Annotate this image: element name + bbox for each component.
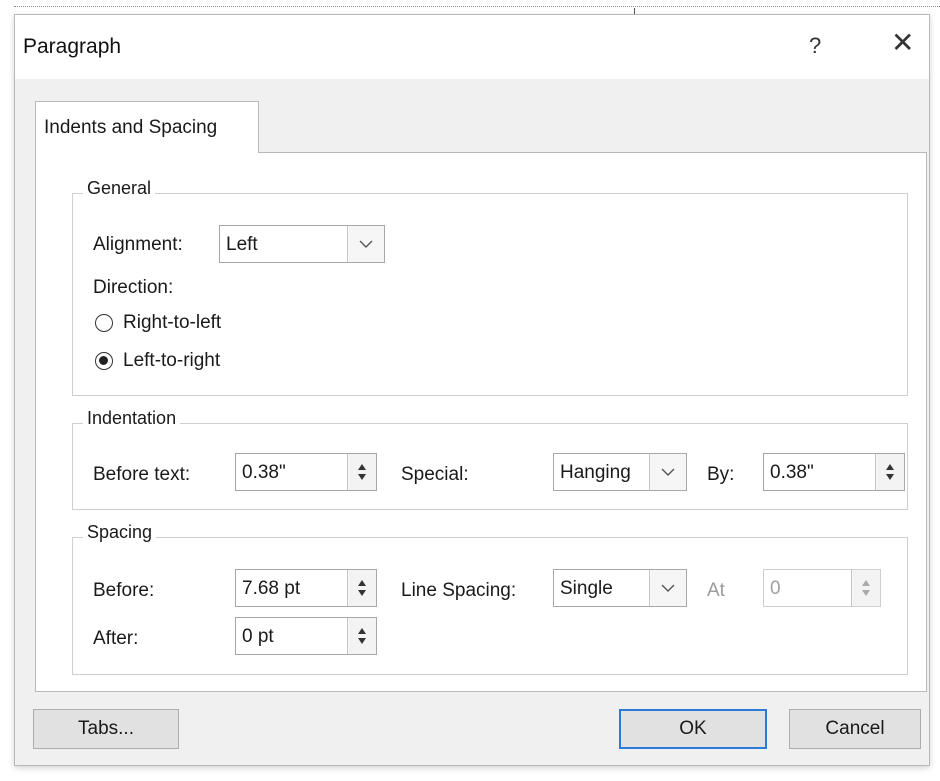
close-button[interactable]: ✕ bbox=[891, 29, 914, 57]
paragraph-dialog: Paragraph ? ✕ Indents and Spacing Genera… bbox=[14, 14, 930, 766]
indentation-group: Indentation Before text: 0.38" Special: … bbox=[72, 408, 908, 510]
right-to-left-label[interactable]: Right-to-left bbox=[123, 312, 221, 334]
dialog-title: Paragraph bbox=[23, 35, 122, 58]
at-spinner: 0 bbox=[763, 569, 881, 607]
before-text-value: 0.38" bbox=[242, 462, 286, 483]
cancel-button[interactable]: Cancel bbox=[789, 709, 921, 749]
title-bar: Paragraph ? ✕ bbox=[15, 15, 929, 79]
dotted-guide bbox=[14, 6, 940, 7]
spinner-arrows-icon[interactable] bbox=[347, 570, 376, 606]
general-group: General Alignment: Left Direction: Right… bbox=[72, 178, 908, 396]
after-value: 0 pt bbox=[242, 626, 274, 647]
by-value: 0.38" bbox=[770, 462, 814, 483]
spinner-arrows-icon[interactable] bbox=[875, 454, 904, 490]
before-spinner[interactable]: 7.68 pt bbox=[235, 569, 377, 607]
chevron-down-icon bbox=[649, 454, 686, 490]
help-button[interactable]: ? bbox=[809, 33, 821, 59]
by-label: By: bbox=[707, 464, 735, 485]
spinner-arrows-icon[interactable] bbox=[347, 618, 376, 654]
before-text-spinner[interactable]: 0.38" bbox=[235, 453, 377, 491]
special-label: Special: bbox=[401, 464, 469, 485]
close-icon: ✕ bbox=[891, 27, 915, 58]
spacing-group: Spacing Before: 7.68 pt Line Spacing: Si… bbox=[72, 522, 908, 675]
tabs-button[interactable]: Tabs... bbox=[33, 709, 179, 749]
alignment-value: Left bbox=[226, 234, 258, 255]
line-spacing-dropdown[interactable]: Single bbox=[553, 569, 687, 607]
spacing-group-title: Spacing bbox=[83, 522, 157, 543]
chevron-down-icon bbox=[347, 226, 384, 262]
indentation-group-title: Indentation bbox=[83, 408, 181, 429]
special-value: Hanging bbox=[560, 462, 631, 483]
at-label: At bbox=[707, 580, 725, 601]
tab-panel: General Alignment: Left Direction: Right… bbox=[35, 152, 927, 692]
ok-button[interactable]: OK bbox=[619, 709, 767, 749]
tab-label: Indents and Spacing bbox=[44, 117, 218, 138]
radio-right-to-left[interactable] bbox=[95, 314, 113, 332]
line-spacing-label: Line Spacing: bbox=[401, 580, 517, 601]
by-spinner[interactable]: 0.38" bbox=[763, 453, 905, 491]
tab-indents-and-spacing[interactable]: Indents and Spacing bbox=[35, 101, 259, 153]
before-value: 7.68 pt bbox=[242, 578, 301, 599]
before-text-label: Before text: bbox=[93, 464, 191, 485]
general-group-title: General bbox=[83, 178, 156, 199]
line-spacing-value: Single bbox=[560, 578, 613, 599]
special-dropdown[interactable]: Hanging bbox=[553, 453, 687, 491]
spinner-arrows-icon[interactable] bbox=[347, 454, 376, 490]
before-label: Before: bbox=[93, 580, 155, 601]
at-value: 0 bbox=[770, 578, 781, 599]
alignment-dropdown[interactable]: Left bbox=[219, 225, 385, 263]
alignment-label: Alignment: bbox=[93, 234, 183, 255]
chevron-down-icon bbox=[649, 570, 686, 606]
after-spinner[interactable]: 0 pt bbox=[235, 617, 377, 655]
direction-label: Direction: bbox=[93, 277, 174, 298]
top-strip bbox=[0, 0, 940, 16]
left-to-right-label[interactable]: Left-to-right bbox=[123, 350, 220, 372]
radio-left-to-right[interactable] bbox=[95, 352, 113, 370]
spinner-arrows-icon bbox=[851, 570, 880, 606]
after-label: After: bbox=[93, 628, 139, 649]
